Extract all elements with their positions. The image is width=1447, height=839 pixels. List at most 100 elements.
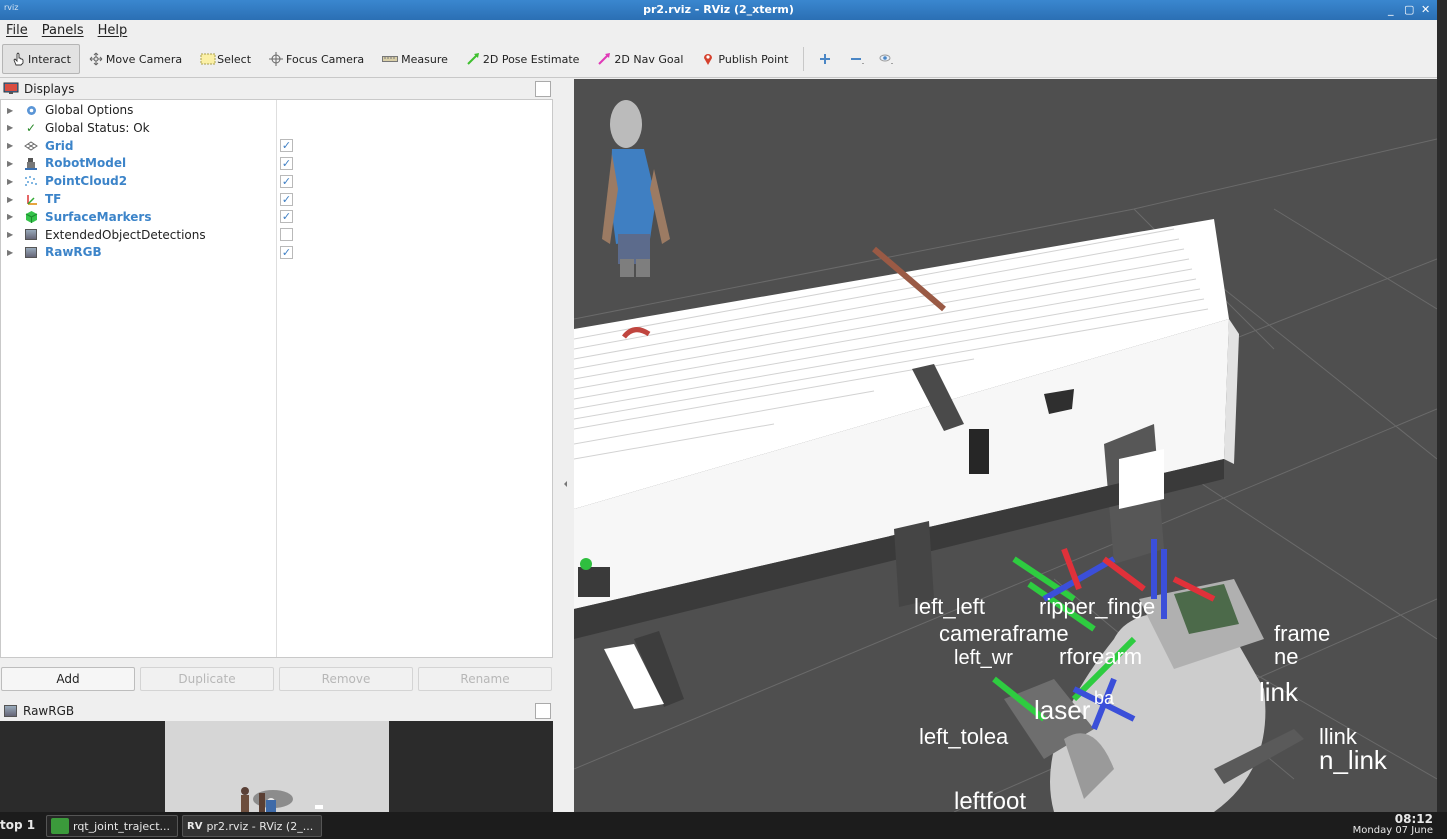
tool-properties-button[interactable]	[872, 44, 901, 74]
expand-arrow-icon[interactable]: ▶	[7, 123, 17, 132]
cube-icon	[23, 210, 39, 224]
displays-undock-checkbox[interactable]	[535, 81, 551, 97]
camera-image	[165, 721, 389, 812]
focus-camera-tool-button[interactable]: Focus Camera	[260, 44, 373, 74]
close-icon[interactable]: ✕	[1421, 3, 1430, 16]
clock[interactable]: 08:12 Monday 07 June	[1353, 813, 1433, 836]
interact-label: Interact	[28, 52, 71, 66]
panel-splitter[interactable]	[556, 79, 574, 812]
tf-label: ripper_finge	[1039, 594, 1155, 619]
hand-cursor-icon	[11, 52, 25, 66]
displays-button-bar: Add Duplicate Remove Rename	[0, 667, 553, 691]
eye-icon	[878, 52, 894, 66]
tf-label: cameraframe	[939, 621, 1069, 646]
expand-arrow-icon[interactable]: ▶	[7, 248, 17, 257]
display-item-label: RawRGB	[45, 245, 102, 260]
pose-estimate-tool-button[interactable]: 2D Pose Estimate	[457, 44, 589, 74]
display-item-rawrgb[interactable]: ▶ RawRGB ✓	[1, 243, 552, 261]
expand-arrow-icon[interactable]: ▶	[7, 106, 17, 115]
taskbar-item-rqt[interactable]: rqt_joint_traject...	[46, 815, 178, 837]
tf-label: leftfoot	[954, 788, 1026, 812]
display-item-global-options[interactable]: ▶ Global Options	[1, 101, 552, 119]
select-tool-button[interactable]: Select	[191, 44, 260, 74]
display-enabled-checkbox[interactable]: ✓	[280, 156, 293, 170]
tool-bar: Interact Move Camera Select Focus Camera…	[0, 41, 1437, 78]
maximize-icon[interactable]: ▢	[1404, 3, 1414, 16]
rawrgb-undock-checkbox[interactable]	[535, 703, 551, 719]
expand-arrow-icon[interactable]: ▶	[7, 195, 17, 204]
add-tool-button[interactable]	[810, 44, 843, 74]
desktop-label[interactable]: top 1	[0, 818, 35, 832]
image-icon	[23, 245, 39, 259]
display-item-surfacemarkers[interactable]: ▶ SurfaceMarkers ✓	[1, 208, 552, 226]
display-item-global-status-ok[interactable]: ▶ ✓ Global Status: Ok	[1, 119, 552, 137]
rqt-icon	[51, 818, 69, 834]
add-button[interactable]: Add	[1, 667, 135, 691]
tf-label: ba	[1094, 688, 1115, 708]
expand-arrow-icon[interactable]: ▶	[7, 177, 17, 186]
gear-icon	[23, 103, 39, 117]
tf-label: link	[1259, 677, 1299, 707]
axes-icon	[23, 192, 39, 206]
rawrgb-header: RawRGB	[0, 701, 553, 721]
taskbar: top 1 rqt_joint_traject... RV pr2.rviz -…	[0, 812, 1447, 839]
taskbar-item-label: rqt_joint_traject...	[73, 819, 171, 833]
move-camera-label: Move Camera	[105, 52, 183, 66]
select-box-icon	[200, 52, 216, 66]
displays-panel: Displays ▶ Global Options ▶ ✓ Global Status:…	[0, 79, 553, 659]
display-enabled-checkbox[interactable]	[280, 228, 293, 242]
display-item-label: Global Status: Ok	[45, 120, 150, 135]
rename-button[interactable]: Rename	[418, 667, 552, 691]
monitor-icon	[3, 82, 19, 95]
remove-tool-button[interactable]	[843, 44, 872, 74]
title-bar[interactable]: rviz pr2.rviz - RViz (2_xterm) _ ▢ ✕	[0, 0, 1437, 20]
focus-target-icon	[269, 52, 284, 66]
grid-icon	[23, 139, 39, 153]
menu-file[interactable]: File	[6, 23, 28, 38]
display-enabled-checkbox[interactable]: ✓	[280, 192, 293, 206]
tf-label: left_tolea	[919, 724, 1009, 749]
move-camera-tool-button[interactable]: Move Camera	[80, 44, 191, 74]
display-item-label: SurfaceMarkers	[45, 209, 152, 224]
minimize-icon[interactable]: _	[1388, 3, 1394, 16]
pose-estimate-label: 2D Pose Estimate	[482, 52, 580, 66]
tf-label: frame	[1274, 621, 1330, 646]
duplicate-button[interactable]: Duplicate	[140, 667, 274, 691]
display-item-pointcloud2[interactable]: ▶ PointCloud2 ✓	[1, 172, 552, 190]
tf-label: left_wr	[954, 647, 1013, 669]
displays-tree[interactable]: ▶ Global Options ▶ ✓ Global Status: Ok ▶ Grid ✓…	[0, 99, 553, 658]
display-enabled-checkbox[interactable]: ✓	[280, 245, 293, 259]
display-item-robotmodel[interactable]: ▶ RobotModel ✓	[1, 154, 552, 172]
tf-label: laser	[1034, 695, 1091, 725]
taskbar-item-label: pr2.rviz - RViz (2_...	[206, 819, 314, 833]
toolbar-separator	[803, 47, 805, 71]
expand-arrow-icon[interactable]: ▶	[7, 141, 17, 150]
expand-arrow-icon[interactable]: ▶	[7, 159, 17, 168]
remove-button[interactable]: Remove	[279, 667, 413, 691]
expand-arrow-icon[interactable]: ▶	[7, 230, 17, 239]
display-item-label: PointCloud2	[45, 174, 128, 189]
measure-tool-button[interactable]: Measure	[373, 44, 457, 74]
display-item-tf[interactable]: ▶ TF ✓	[1, 190, 552, 208]
display-item-grid[interactable]: ▶ Grid ✓	[1, 137, 552, 155]
display-item-label: RobotModel	[45, 156, 127, 171]
rviz-icon: RV	[187, 820, 203, 832]
display-item-label: TF	[45, 192, 62, 206]
display-enabled-checkbox[interactable]: ✓	[280, 139, 293, 153]
display-enabled-checkbox[interactable]: ✓	[280, 210, 293, 224]
robot-icon	[23, 156, 39, 170]
window-title: pr2.rviz - RViz (2_xterm)	[643, 3, 794, 16]
tf-label: n_link	[1319, 745, 1388, 775]
nav-goal-tool-button[interactable]: 2D Nav Goal	[588, 44, 692, 74]
display-enabled-checkbox[interactable]: ✓	[280, 174, 293, 188]
menu-panels[interactable]: Panels	[42, 23, 84, 38]
image-icon	[23, 228, 39, 242]
taskbar-item-rviz[interactable]: RV pr2.rviz - RViz (2_...	[182, 815, 322, 837]
3d-viewport[interactable]: left_left ripper_finge cameraframe frame…	[574, 79, 1437, 812]
publish-point-tool-button[interactable]: Publish Point	[692, 44, 797, 74]
interact-tool-button[interactable]: Interact	[2, 44, 80, 74]
display-item-extendedobjectdetections[interactable]: ▶ ExtendedObjectDetections	[1, 226, 552, 244]
focus-camera-label: Focus Camera	[286, 52, 365, 66]
expand-arrow-icon[interactable]: ▶	[7, 212, 17, 221]
menu-help[interactable]: Help	[98, 23, 128, 38]
